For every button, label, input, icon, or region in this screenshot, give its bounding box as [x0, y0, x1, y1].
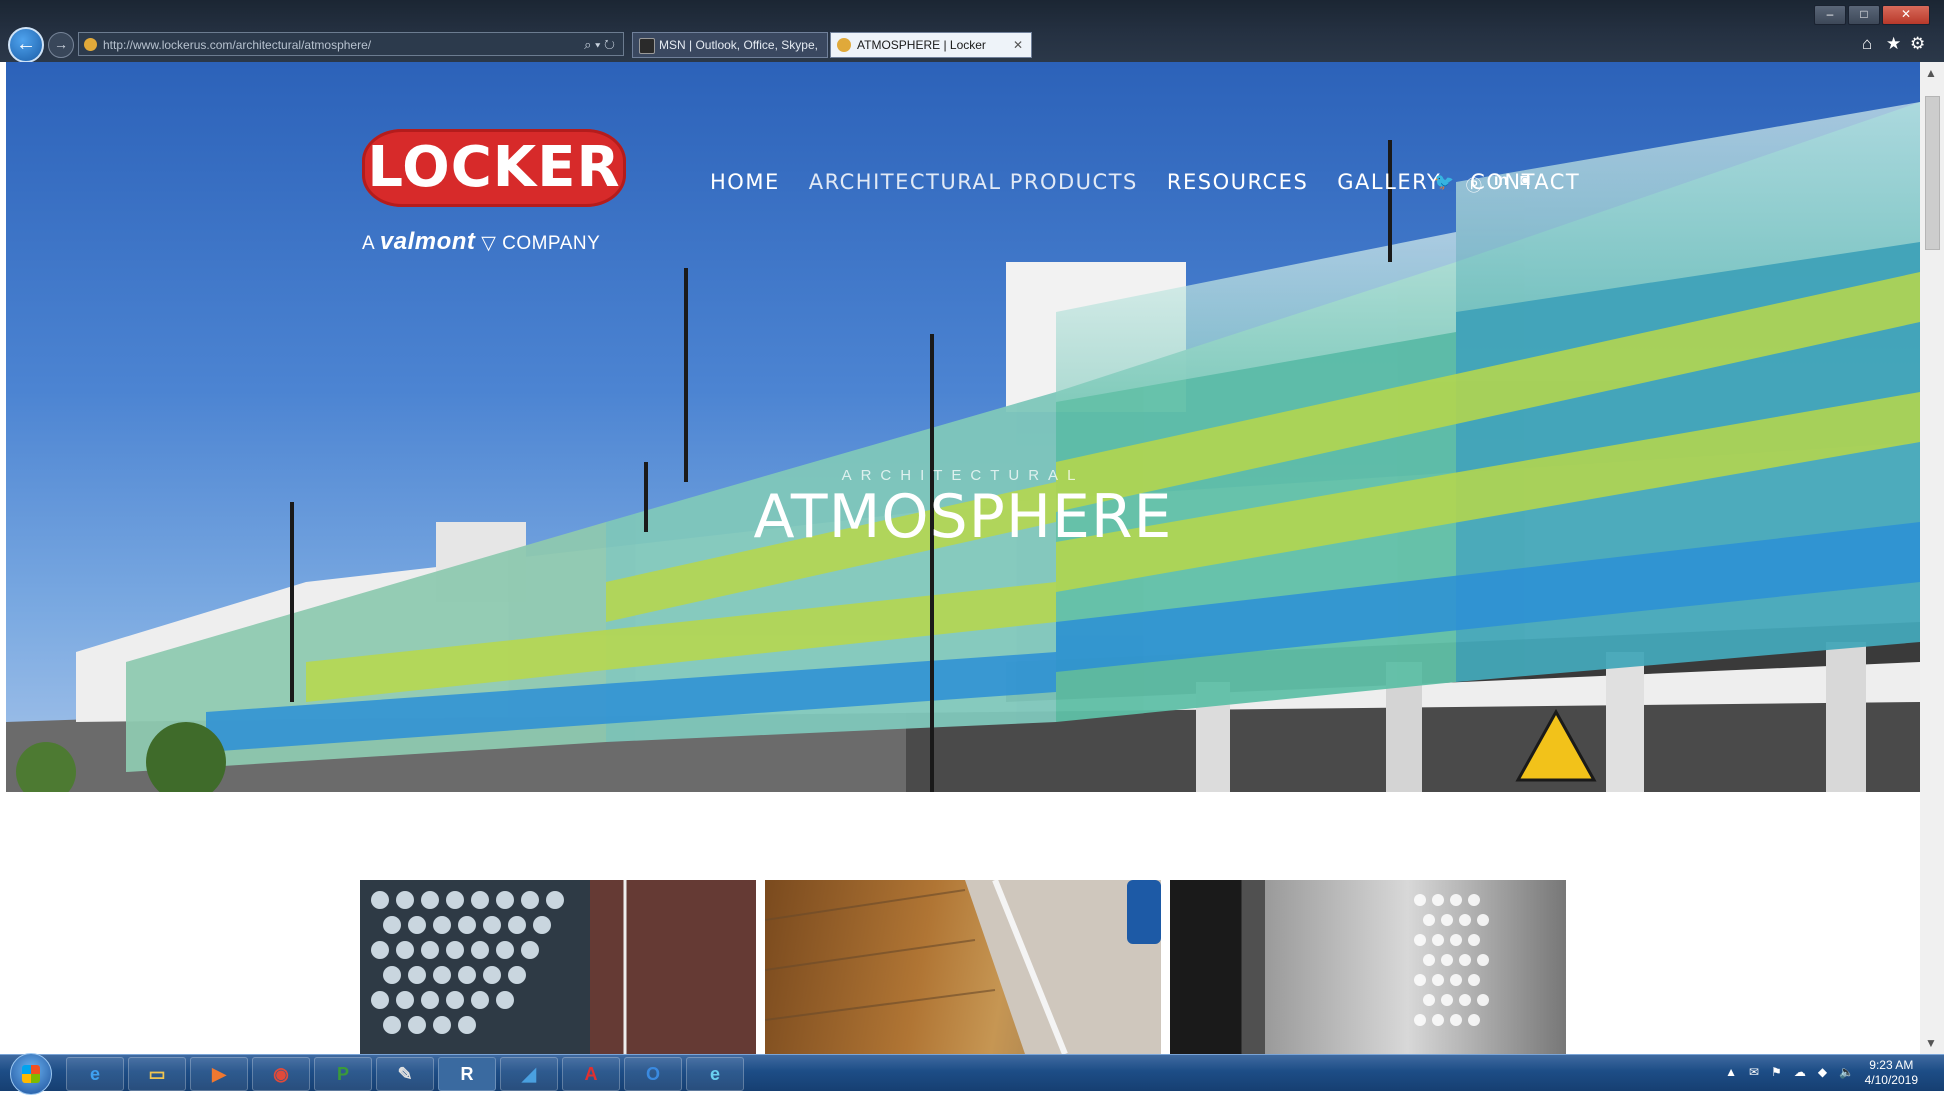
vertical-scrollbar[interactable]: ▲ ▼: [1920, 62, 1944, 1054]
maximize-button[interactable]: □: [1848, 5, 1880, 25]
tagline-prefix: A: [362, 233, 375, 254]
favorites-star-icon[interactable]: ★: [1886, 34, 1901, 54]
scrollbar-thumb[interactable]: [1925, 96, 1940, 250]
settings-gear-icon[interactable]: ⚙: [1910, 34, 1925, 54]
tagline-suffix: COMPANY: [502, 233, 601, 254]
tab-atmosphere[interactable]: ATMOSPHERE | Locker ✕: [830, 32, 1032, 58]
instagram-icon[interactable]: ◙: [1520, 172, 1530, 196]
revit-icon[interactable]: R: [438, 1057, 496, 1091]
nav-home[interactable]: HOME: [710, 170, 780, 194]
valmont-tagline: A valmont ▽ COMPANY: [362, 228, 600, 256]
file-explorer-icon[interactable]: ▭: [128, 1057, 186, 1091]
clock-time: 9:23 AM: [1869, 1058, 1914, 1072]
hero-banner: LOCKER A valmont ▽ COMPANY HOME ARCHITEC…: [6, 62, 1920, 792]
pinterest-icon[interactable]: Ⓟ: [1466, 172, 1482, 196]
close-tab-icon[interactable]: ✕: [1013, 33, 1023, 58]
edge-icon[interactable]: e: [686, 1057, 744, 1091]
dropbox-icon[interactable]: ◆: [1818, 1065, 1827, 1079]
browser-chrome: – □ ✕ ← → http://www.lockerus.com/archit…: [0, 0, 1944, 77]
project-icon[interactable]: P: [314, 1057, 372, 1091]
start-button[interactable]: [10, 1053, 52, 1095]
tagline-brand: valmont: [379, 228, 476, 255]
home-icon[interactable]: ⌂: [1862, 34, 1872, 54]
chrome-icon[interactable]: ◉: [252, 1057, 310, 1091]
logo-text: LOCKER: [367, 135, 621, 200]
network-icon[interactable]: ☁: [1794, 1065, 1806, 1079]
windows-logo-icon: [22, 1065, 40, 1083]
tab-msn[interactable]: MSN | Outlook, Office, Skype, ...: [632, 32, 828, 77]
back-button[interactable]: ←: [8, 27, 44, 63]
social-links: 🐦 Ⓟ in ◙: [1434, 172, 1530, 196]
perforated-panel-image: [360, 880, 756, 1054]
windows-taskbar: e ▭ ▶ ◉ P ✎ R ◢ A O e ▲ ✉ ⚑ ☁ ◆ 🔈 9:23 A…: [0, 1053, 1944, 1095]
minimize-button[interactable]: –: [1814, 5, 1846, 25]
product-thumbnail-3[interactable]: [1170, 880, 1566, 1054]
hero-title: ATMOSPHERE: [753, 482, 1173, 552]
sketchup-icon[interactable]: ◢: [500, 1057, 558, 1091]
forward-button[interactable]: →: [48, 32, 74, 58]
scroll-down-icon[interactable]: ▼: [1925, 1036, 1937, 1050]
system-tray: ▲ ✉ ⚑ ☁ ◆ 🔈: [1725, 1065, 1854, 1079]
product-thumbnail-1[interactable]: [360, 880, 756, 1054]
locker-logo[interactable]: LOCKER: [362, 129, 626, 207]
show-hidden-icons-icon[interactable]: ▲: [1725, 1065, 1737, 1079]
nav-gallery[interactable]: GALLERY: [1337, 170, 1441, 194]
address-bar[interactable]: http://www.lockerus.com/architectural/at…: [78, 32, 624, 56]
nav-resources[interactable]: RESOURCES: [1167, 170, 1308, 194]
internet-explorer-icon[interactable]: e: [66, 1057, 124, 1091]
action-center-flag-icon[interactable]: ⚑: [1771, 1065, 1782, 1079]
ie-page-icon: [837, 38, 851, 52]
close-button[interactable]: ✕: [1882, 5, 1930, 25]
taskbar-clock[interactable]: 9:23 AM 4/10/2019: [1865, 1058, 1918, 1088]
product-thumbnail-2[interactable]: [765, 880, 1161, 1054]
page-icon: [84, 38, 97, 51]
media-player-icon[interactable]: ▶: [190, 1057, 248, 1091]
scroll-up-icon[interactable]: ▲: [1925, 66, 1937, 80]
twitter-icon[interactable]: 🐦: [1434, 172, 1454, 196]
linkedin-icon[interactable]: in: [1494, 172, 1508, 196]
search-refresh-icons[interactable]: ⌕ ▾ ↻: [584, 33, 615, 57]
perforated-metal-wall-image: [1414, 894, 1489, 1026]
colored-glass-panel-image: [765, 880, 1161, 1054]
clock-date: 4/10/2019: [1864, 1073, 1918, 1087]
msn-icon: [639, 38, 655, 54]
page-viewport: LOCKER A valmont ▽ COMPANY HOME ARCHITEC…: [6, 62, 1920, 1054]
volume-icon[interactable]: 🔈: [1839, 1065, 1854, 1079]
window-controls: – □ ✕: [1814, 5, 1930, 25]
acrobat-icon[interactable]: A: [562, 1057, 620, 1091]
outlook-icon[interactable]: O: [624, 1057, 682, 1091]
address-url: http://www.lockerus.com/architectural/at…: [103, 38, 372, 52]
valmont-v-icon: ▽: [481, 233, 497, 254]
paint-icon[interactable]: ✎: [376, 1057, 434, 1091]
outlook-tray-icon[interactable]: ✉: [1749, 1065, 1759, 1079]
nav-architectural-products[interactable]: ARCHITECTURAL PRODUCTS: [809, 170, 1138, 194]
tab-label: ATMOSPHERE | Locker: [857, 38, 986, 52]
